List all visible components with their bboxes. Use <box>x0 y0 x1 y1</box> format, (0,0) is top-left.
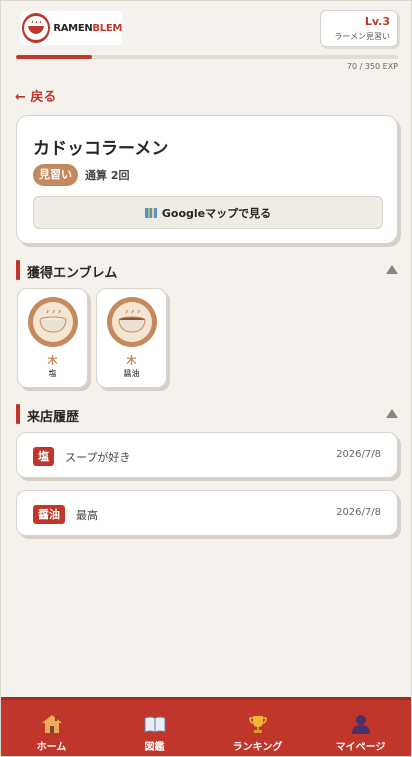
xp-progress-bar <box>16 55 398 59</box>
history-section-header[interactable]: 来店履歴 <box>16 404 398 425</box>
level-badge[interactable]: Lv.3 ラーメン見習い <box>320 10 398 47</box>
nav-item-ranking[interactable]: ランキング <box>206 700 309 757</box>
google-maps-button-label: Googleマップで見る <box>161 206 272 220</box>
nav-label-ranking: ランキング <box>232 742 283 753</box>
emblem-rank: 木 <box>47 356 58 367</box>
ramen-bowl-logo-icon <box>22 13 51 43</box>
nav-item-home[interactable]: ホーム <box>0 700 103 757</box>
history-tag: 醤油 <box>33 505 65 524</box>
logo-text: RAMENBLEM <box>53 22 122 34</box>
collapse-icon[interactable] <box>386 265 398 274</box>
app-header: RAMENBLEM Lv.3 ラーメン見習い 70 / 350 EXP <box>0 0 412 74</box>
collapse-icon[interactable] <box>386 409 398 418</box>
xp-progress-fill <box>16 55 93 59</box>
emblems-section-header[interactable]: 獲得エンブレム <box>16 260 398 281</box>
emblem-rank: 木 <box>126 356 137 367</box>
history-item[interactable]: 醤油 最高 2026/7/8 <box>16 490 398 536</box>
rank-badge: 見習い <box>33 164 78 186</box>
section-accent-bar <box>16 260 20 280</box>
back-link[interactable]: ← 戻る <box>15 86 56 105</box>
history-item[interactable]: 塩 スープが好き 2026/7/8 <box>16 432 398 478</box>
history-date: 2026/7/8 <box>336 449 381 460</box>
bottom-nav: ホーム 図鑑 ランキング マイページ <box>0 697 412 757</box>
google-maps-button[interactable]: Googleマップで見る <box>33 196 383 229</box>
shoyu-ramen-bowl-icon <box>107 297 157 347</box>
history-date: 2026/7/8 <box>336 507 381 518</box>
nav-item-zukan[interactable]: 図鑑 <box>103 700 206 757</box>
history-comment: 最高 <box>76 509 98 522</box>
user-icon <box>350 713 372 735</box>
app-logo[interactable]: RAMENBLEM <box>20 11 122 45</box>
book-icon <box>144 713 166 735</box>
shio-ramen-bowl-icon <box>28 297 78 347</box>
nav-label-home: ホーム <box>36 742 67 753</box>
emblem-label: 塩 <box>48 369 57 378</box>
nav-item-mypage[interactable]: マイページ <box>309 700 412 757</box>
emblem-label: 醤油 <box>123 369 140 378</box>
history-section-title: 来店履歴 <box>27 410 80 425</box>
home-icon <box>41 713 63 735</box>
xp-text: 70 / 350 EXP <box>346 62 398 71</box>
emblem-card-shoyu[interactable]: 木 醤油 <box>96 288 167 388</box>
shop-card: カドッコラーメン 見習い 通算 2回 Googleマップで見る <box>16 115 398 244</box>
history-tag: 塩 <box>33 447 54 466</box>
nav-label-mypage: マイページ <box>335 742 386 753</box>
history-comment: スープが好き <box>65 451 131 464</box>
emblem-card-shio[interactable]: 木 塩 <box>17 288 88 388</box>
shop-name: カドッコラーメン <box>33 139 169 159</box>
level-title: ラーメン見習い <box>334 32 390 41</box>
emblems-section-title: 獲得エンブレム <box>27 266 118 281</box>
nav-label-zukan: 図鑑 <box>144 742 165 753</box>
trophy-icon <box>247 713 269 735</box>
map-icon <box>144 207 157 218</box>
section-accent-bar <box>16 404 20 424</box>
visit-count: 通算 2回 <box>85 169 130 182</box>
shop-meta: 見習い 通算 2回 <box>33 164 129 186</box>
level-number: Lv.3 <box>364 15 390 28</box>
